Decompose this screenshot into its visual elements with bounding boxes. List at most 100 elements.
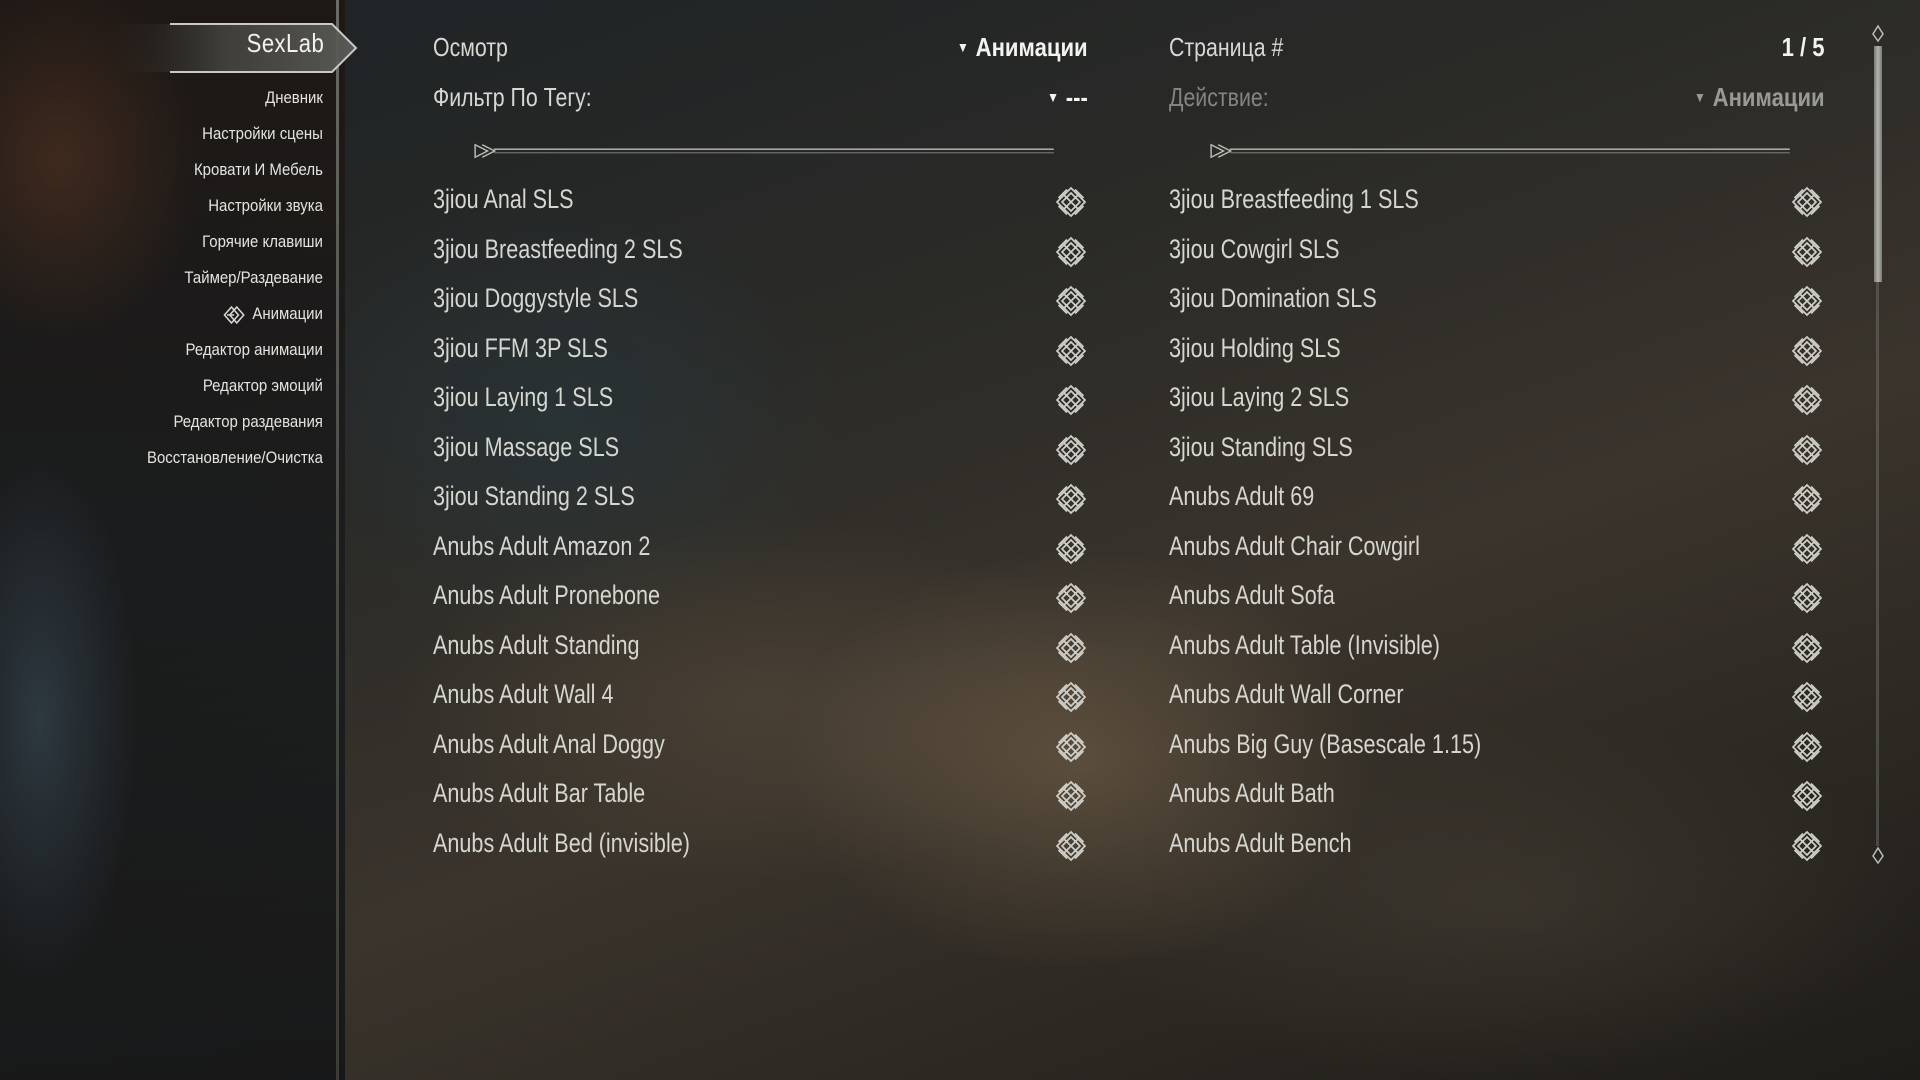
knot-checkbox-icon[interactable] <box>1055 285 1087 317</box>
knot-checkbox-icon[interactable] <box>1055 830 1087 862</box>
action-dropdown[interactable]: ▼ Анимации <box>1694 82 1825 113</box>
sidebar-item-label: Редактор раздевания <box>173 412 323 431</box>
list-item[interactable]: 3jiou Doggystyle SLS <box>433 278 1093 328</box>
sidebar-item-animations[interactable]: Анимации <box>147 296 323 332</box>
page-label: Страница # <box>1169 32 1284 62</box>
list-item[interactable]: Anubs Adult Bar Table <box>433 773 1093 823</box>
knot-checkbox-icon[interactable] <box>1791 335 1823 367</box>
animation-name: 3jiou Domination SLS <box>1169 283 1377 313</box>
tag-filter-dropdown[interactable]: ▼ --- <box>1047 82 1088 113</box>
list-item[interactable]: 3jiou Domination SLS <box>1169 278 1829 328</box>
view-value: Анимации <box>975 32 1088 62</box>
list-item[interactable]: 3jiou Laying 2 SLS <box>1169 377 1829 427</box>
knot-checkbox-icon[interactable] <box>1055 186 1087 218</box>
animation-name: Anubs Adult Sofa <box>1169 580 1335 610</box>
mod-title-plate[interactable]: SexLab <box>110 22 358 73</box>
scroll-down-icon[interactable] <box>1871 846 1885 866</box>
list-item[interactable]: Anubs Adult Bath <box>1169 773 1829 823</box>
knot-checkbox-icon[interactable] <box>1791 681 1823 713</box>
list-item[interactable]: Anubs Adult Amazon 2 <box>433 526 1093 576</box>
sidebar-item-label: Таймер/Раздевание <box>184 268 323 287</box>
list-item[interactable]: Anubs Adult Anal Doggy <box>433 724 1093 774</box>
sidebar-item-label: Настройки сцены <box>202 124 323 143</box>
knot-checkbox-icon[interactable] <box>1791 236 1823 268</box>
animation-name: 3jiou Standing SLS <box>1169 431 1353 462</box>
sidebar-item-hotkeys[interactable]: Горячие клавиши <box>147 224 323 260</box>
knot-checkbox-icon[interactable] <box>1791 780 1823 812</box>
sidebar-item-animation-editor[interactable]: Редактор анимации <box>147 332 323 368</box>
animation-name: Anubs Adult Bed (invisible) <box>433 827 690 858</box>
knot-checkbox-icon[interactable] <box>1791 582 1823 614</box>
list-item[interactable]: 3jiou Laying 1 SLS <box>433 377 1093 427</box>
list-item[interactable]: Anubs Adult Chair Cowgirl <box>1169 526 1829 576</box>
sidebar-item-timers-stripping[interactable]: Таймер/Раздевание <box>147 260 323 296</box>
knot-checkbox-icon[interactable] <box>1055 632 1087 664</box>
animation-name: 3jiou Breastfeeding 1 SLS <box>1169 184 1419 214</box>
list-item[interactable]: Anubs Big Guy (Basescale 1.15) <box>1169 724 1829 774</box>
list-item[interactable]: Anubs Adult 69 <box>1169 476 1829 526</box>
action-label: Действие: <box>1169 82 1269 112</box>
knot-checkbox-icon[interactable] <box>1791 632 1823 664</box>
sidebar-item-scene-settings[interactable]: Настройки сцены <box>147 116 323 152</box>
list-item[interactable]: 3jiou Breastfeeding 1 SLS <box>1169 179 1829 229</box>
knot-checkbox-icon[interactable] <box>1055 335 1087 367</box>
knot-checkbox-icon[interactable] <box>1791 830 1823 862</box>
knot-checkbox-icon[interactable] <box>1055 731 1087 763</box>
knot-checkbox-icon[interactable] <box>1055 434 1087 466</box>
sidebar-item-label: Редактор анимации <box>185 340 323 359</box>
knot-checkbox-icon[interactable] <box>1791 731 1823 763</box>
list-item[interactable]: Anubs Adult Sofa <box>1169 575 1829 625</box>
knot-checkbox-icon[interactable] <box>1055 384 1087 416</box>
list-item[interactable]: Anubs Adult Bench <box>1169 823 1829 873</box>
sidebar-item-expression-editor[interactable]: Редактор эмоций <box>147 368 323 404</box>
knot-checkbox-icon[interactable] <box>1055 236 1087 268</box>
tag-filter-label: Фильтр По Тегу: <box>433 82 592 112</box>
knot-checkbox-icon[interactable] <box>1791 483 1823 515</box>
list-item[interactable]: 3jiou Massage SLS <box>433 427 1093 477</box>
knot-checkbox-icon[interactable] <box>1055 533 1087 565</box>
list-item[interactable]: Anubs Adult Bed (invisible) <box>433 823 1093 873</box>
animation-name: Anubs Adult Standing <box>433 629 640 660</box>
knot-checkbox-icon[interactable] <box>1791 186 1823 218</box>
list-item[interactable]: 3jiou Anal SLS <box>433 179 1093 229</box>
scrollbar[interactable] <box>1871 24 1885 868</box>
list-item[interactable]: 3jiou Standing 2 SLS <box>433 476 1093 526</box>
list-item[interactable]: 3jiou Holding SLS <box>1169 328 1829 378</box>
knot-checkbox-icon[interactable] <box>1791 384 1823 416</box>
knot-checkbox-icon[interactable] <box>1791 285 1823 317</box>
view-dropdown[interactable]: ▼ Анимации <box>957 32 1088 63</box>
knot-checkbox-icon[interactable] <box>1055 582 1087 614</box>
sidebar-divider <box>336 0 339 1080</box>
animation-name: Anubs Adult Bench <box>1169 827 1352 858</box>
list-item[interactable]: Anubs Adult Wall Corner <box>1169 674 1829 724</box>
sidebar-item-rebuild-clean[interactable]: Восстановление/Очистка <box>147 440 323 476</box>
scroll-up-icon[interactable] <box>1871 24 1885 44</box>
knot-checkbox-icon[interactable] <box>1055 681 1087 713</box>
list-item[interactable]: 3jiou Breastfeeding 2 SLS <box>433 229 1093 279</box>
header-separator-right <box>1210 143 1790 159</box>
list-item[interactable]: Anubs Adult Pronebone <box>433 575 1093 625</box>
scroll-thumb[interactable] <box>1874 46 1882 282</box>
sidebar-item-journal[interactable]: Дневник <box>147 80 323 116</box>
knot-checkbox-icon[interactable] <box>1055 483 1087 515</box>
sidebar-item-strip-editor[interactable]: Редактор раздевания <box>147 404 323 440</box>
list-item[interactable]: Anubs Adult Standing <box>433 625 1093 675</box>
animation-name: 3jiou FFM 3P SLS <box>433 332 608 363</box>
animation-name: 3jiou Laying 2 SLS <box>1169 382 1350 412</box>
list-item[interactable]: 3jiou Standing SLS <box>1169 427 1829 477</box>
animation-name: 3jiou Massage SLS <box>433 431 620 462</box>
list-item[interactable]: Anubs Adult Table (Invisible) <box>1169 625 1829 675</box>
knot-checkbox-icon[interactable] <box>1791 434 1823 466</box>
sidebar-item-beds-furniture[interactable]: Кровати И Мебель <box>147 152 323 188</box>
list-item[interactable]: 3jiou FFM 3P SLS <box>433 328 1093 378</box>
sidebar-item-sound-settings[interactable]: Настройки звука <box>147 188 323 224</box>
knot-checkbox-icon[interactable] <box>1055 780 1087 812</box>
header-separator-left <box>474 143 1054 159</box>
animation-name: 3jiou Breastfeeding 2 SLS <box>433 233 683 264</box>
sidebar-item-label: Редактор эмоций <box>202 376 323 395</box>
knot-checkbox-icon[interactable] <box>1791 533 1823 565</box>
list-item[interactable]: 3jiou Cowgirl SLS <box>1169 229 1829 279</box>
mod-title: SexLab <box>246 28 324 58</box>
sidebar-item-label: Горячие клавиши <box>202 232 323 251</box>
list-item[interactable]: Anubs Adult Wall 4 <box>433 674 1093 724</box>
